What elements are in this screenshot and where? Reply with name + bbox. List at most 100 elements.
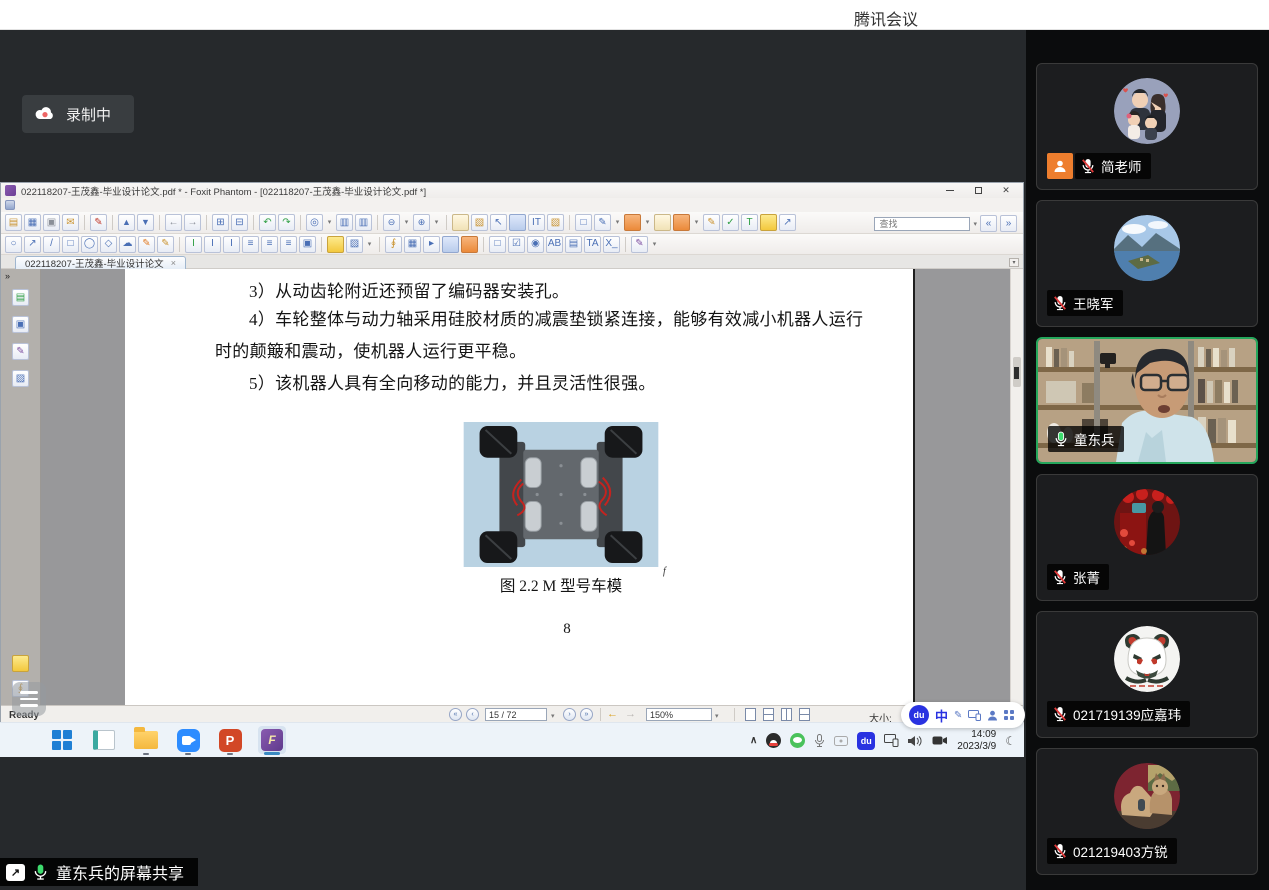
first-page-icon[interactable]: « [449,708,462,721]
file-explorer-icon[interactable] [132,726,160,754]
foxit-taskbar-icon[interactable]: F [258,726,286,754]
participant-tile-jianlaoshi[interactable]: 简老师 [1036,63,1258,190]
highlighter-tool-icon[interactable]: ✎ [157,236,174,253]
attach-file-icon[interactable]: ∮ [385,236,402,253]
add-multimedia-icon[interactable]: ▸ [423,236,440,253]
dropdown-caret-icon[interactable]: ▾ [365,236,374,253]
find-dropdown-caret-icon[interactable] [973,218,977,229]
arrow-tool-icon[interactable]: ↗ [24,236,41,253]
ime-pen-icon[interactable]: ✎ [954,710,962,721]
participant-tile-tongdongbing[interactable]: 童东兵 [1036,337,1258,464]
zoom-dropdown-caret-icon[interactable] [715,710,719,721]
link-tool-icon[interactable] [442,236,459,253]
menu-item[interactable] [133,204,147,206]
ime-status-bar[interactable]: du 中 ✎ [901,702,1025,728]
polygon-tool-icon[interactable]: ◇ [100,236,117,253]
oval-tool-icon[interactable]: ◯ [81,236,98,253]
hand-tool-icon[interactable] [452,214,469,231]
page-dropdown-caret-icon[interactable] [551,710,555,721]
night-mode-icon[interactable]: ☾ [1005,734,1016,748]
marquee-zoom-icon[interactable]: ◎ [306,214,323,231]
meeting-menu-button[interactable] [12,682,46,716]
find-input[interactable] [874,217,970,231]
underline-text-icon[interactable]: ≡ [261,236,278,253]
menu-item[interactable] [119,204,133,206]
edit-object-icon[interactable]: □ [575,214,592,231]
qq-icon[interactable] [766,733,781,748]
facing-view-icon[interactable] [781,708,792,721]
cloud-tool-icon[interactable]: ☁ [119,236,136,253]
baidu-ime-logo-icon[interactable]: du [909,705,929,725]
form-combobox-icon[interactable]: AB [546,236,563,253]
form-listbox-icon[interactable]: ▤ [565,236,582,253]
dropdown-caret-icon[interactable]: ▾ [613,214,622,231]
open-file-icon[interactable]: ▤ [5,214,22,231]
tray-expand-icon[interactable]: ∧ [750,735,757,746]
panel-layers-icon[interactable]: ▨ [12,370,29,387]
previous-view-icon[interactable]: ← [165,214,182,231]
tab-close-icon[interactable]: × [171,258,176,268]
ime-grid-icon[interactable] [1004,710,1014,720]
vertical-scrollbar[interactable] [1010,269,1023,705]
dropdown-caret-icon[interactable]: ▾ [402,214,411,231]
restore-button[interactable] [965,184,991,197]
camera-tool-icon[interactable]: ▧ [547,214,564,231]
participant-tile-zhangjing[interactable]: 张菁 [1036,474,1258,601]
panel-bookmarks-icon[interactable]: ▣ [12,316,29,333]
snapshot-icon[interactable]: ▧ [471,214,488,231]
cast-device-icon[interactable] [884,734,899,747]
sticky-note-icon[interactable] [327,236,344,253]
ime-board-icon[interactable] [968,710,981,721]
dropdown-caret-icon[interactable]: ▾ [692,214,701,231]
stamp-icon[interactable] [624,214,641,231]
typewriter-icon[interactable]: I [185,236,202,253]
edit-text-icon[interactable]: ✎ [594,214,611,231]
page-layout-icon[interactable]: ▥ [355,214,372,231]
comment-icon[interactable] [760,214,777,231]
page-number-input[interactable] [485,708,547,721]
start-button[interactable] [48,726,76,754]
page-up-icon[interactable]: ▲ [118,214,135,231]
text-viewer-icon[interactable]: T [741,214,758,231]
highlight-text-icon[interactable]: ≡ [242,236,259,253]
pattern-icon[interactable]: ▨ [346,236,363,253]
undo-icon[interactable]: ↶ [259,214,276,231]
minimize-button[interactable] [937,184,963,197]
menu-item[interactable] [77,204,91,206]
dropdown-caret-icon[interactable]: ▾ [325,214,334,231]
zoom-out-icon[interactable]: ⊖ [383,214,400,231]
close-button[interactable]: ✕ [993,184,1019,197]
next-page-icon[interactable]: › [563,708,576,721]
previous-page-icon[interactable]: ‹ [466,708,479,721]
continuous-facing-view-icon[interactable] [799,708,810,721]
protect-lock-icon[interactable] [673,214,690,231]
panel-comments-icon[interactable] [12,655,29,672]
menu-item[interactable] [21,204,35,206]
page-down-icon[interactable]: ▼ [137,214,154,231]
search-icon[interactable] [509,214,526,231]
save-icon[interactable]: ▦ [24,214,41,231]
camera-tray-icon[interactable] [932,735,948,746]
select-tool-icon[interactable]: ↖ [490,214,507,231]
docusign-icon[interactable]: ✎ [90,214,107,231]
book-app-icon[interactable] [90,726,118,754]
panel-thumbnails-icon[interactable]: ▤ [12,289,29,306]
callout-icon[interactable]: I [204,236,221,253]
menu-item[interactable] [105,204,119,206]
add-image-icon[interactable]: ▦ [404,236,421,253]
baidu-ime-tray-icon[interactable]: du [857,732,875,750]
ime-user-icon[interactable] [987,710,998,721]
it-tag-icon[interactable]: IT [528,214,545,231]
menu-item[interactable] [35,204,49,206]
window-title-bar[interactable]: 022118207-王茂鑫-毕业设计论文.pdf * - Foxit Phant… [1,183,1023,198]
menu-item[interactable] [49,204,63,206]
wechat-icon[interactable] [790,733,805,748]
last-page-icon[interactable]: » [580,708,593,721]
participant-tile-fangrui[interactable]: 021219403方锐 [1036,748,1258,875]
ime-mode-indicator[interactable]: 中 [935,706,948,725]
input-indicator-icon[interactable] [834,735,848,747]
copy-pages-icon[interactable]: ⊞ [212,214,229,231]
single-page-view-icon[interactable] [745,708,756,721]
extract-pages-icon[interactable]: ⊟ [231,214,248,231]
continuous-view-icon[interactable] [763,708,774,721]
